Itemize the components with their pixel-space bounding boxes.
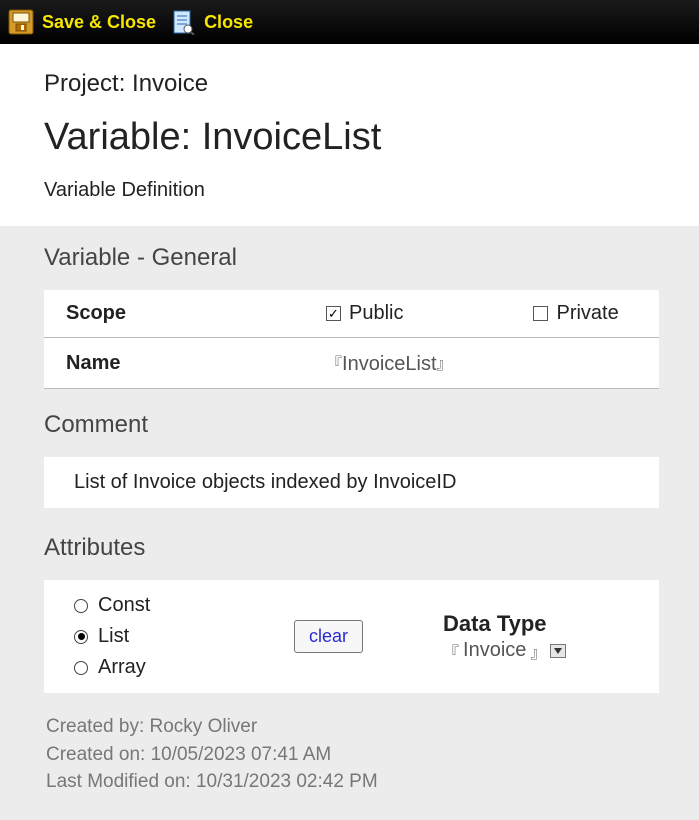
created-on-line: Created on: 10/05/2023 07:41 AM [46,741,659,769]
radio-const-label: Const [98,594,150,617]
close-label: Close [204,12,253,33]
radio-array[interactable]: Array [74,656,294,679]
variable-name: InvoiceList [202,116,382,158]
data-type-label: Data Type [443,611,566,637]
footer-meta: Created by: Rocky Oliver Created on: 10/… [44,693,659,796]
section-general-title: Variable - General [44,244,659,272]
public-label: Public [349,302,403,325]
checkbox-icon: ✓ [326,306,341,321]
name-value: InvoiceList [342,353,437,375]
name-field[interactable]: 『InvoiceList』 [326,350,453,376]
clear-button-wrap: clear [294,620,363,653]
name-label: Name [66,352,326,375]
project-prefix: Project: [44,70,132,97]
section-comment-title: Comment [44,411,659,439]
header-area: Project: Invoice Variable: InvoiceList V… [0,44,699,226]
private-label: Private [556,302,618,325]
created-by-value: Rocky Oliver [150,716,258,737]
data-type-value: Invoice [463,639,526,662]
comment-field[interactable]: List of Invoice objects indexed by Invoi… [44,457,659,508]
radio-icon [74,630,88,644]
project-line: Project: Invoice [44,70,659,98]
created-by-label: Created by: [46,716,150,737]
general-box: Scope ✓ Public Private Name 『InvoiceList… [44,290,659,389]
radio-icon [74,661,88,675]
clear-button[interactable]: clear [294,620,363,653]
page-subtitle: Variable Definition [44,179,659,202]
toolbar: Save & Close Close [0,0,699,44]
radio-const[interactable]: Const [74,594,294,617]
public-checkbox[interactable]: ✓ Public [326,302,403,325]
radio-list[interactable]: List [74,625,294,648]
private-checkbox[interactable]: Private [533,302,618,325]
page-title: Variable: InvoiceList [44,116,659,159]
save-and-close-label: Save & Close [42,12,156,33]
save-and-close-button[interactable]: Save & Close [8,9,156,35]
modified-on-label: Last Modified on: [46,771,196,792]
variable-prefix: Variable: [44,116,202,158]
attributes-box: Const List Array clear Data Type 『Invoic… [44,580,659,693]
created-by-line: Created by: Rocky Oliver [46,713,659,741]
document-icon [170,9,196,35]
data-type-group: Data Type 『Invoice』 [443,611,566,663]
checkbox-icon [533,306,548,321]
scope-label: Scope [66,302,326,325]
data-type-select[interactable]: 『Invoice』 [443,639,566,663]
radio-array-label: Array [98,656,146,679]
chevron-down-icon [550,644,566,658]
close-button[interactable]: Close [170,9,253,35]
modified-on-line: Last Modified on: 10/31/2023 02:42 PM [46,768,659,796]
radio-icon [74,599,88,613]
save-icon [8,9,34,35]
section-attributes-title: Attributes [44,534,659,562]
scope-row: Scope ✓ Public Private [44,290,659,338]
form-panel: Variable - General Scope ✓ Public Privat… [0,226,699,820]
radio-list-label: List [98,625,129,648]
project-name: Invoice [132,70,208,97]
modified-on-value: 10/31/2023 02:42 PM [196,771,378,792]
name-row: Name 『InvoiceList』 [44,338,659,389]
attribute-type-radios: Const List Array [74,594,294,679]
comment-value: List of Invoice objects indexed by Invoi… [74,471,456,493]
